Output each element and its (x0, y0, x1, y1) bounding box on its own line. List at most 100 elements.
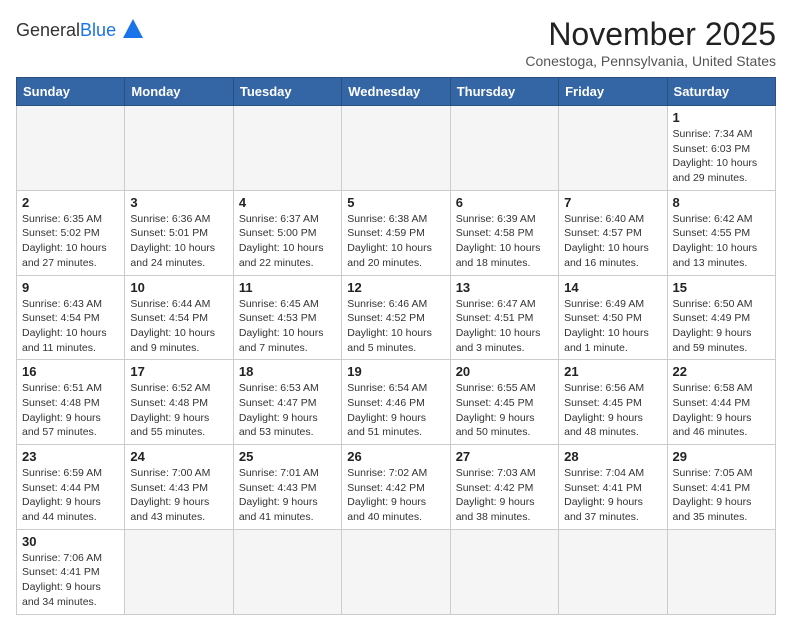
day-cell-9: 9 Sunrise: 6:43 AM Sunset: 4:54 PM Daylig… (17, 275, 125, 360)
month-title: November 2025 (525, 16, 776, 53)
day-number: 10 (130, 280, 227, 295)
week-row-5: 30 Sunrise: 7:06 AM Sunset: 4:41 PM Dayli… (17, 529, 776, 614)
day-info: Sunrise: 6:51 AM Sunset: 4:48 PM Dayligh… (22, 381, 119, 440)
day-number: 20 (456, 364, 553, 379)
day-info: Sunrise: 6:40 AM Sunset: 4:57 PM Dayligh… (564, 212, 661, 271)
day-info: Sunrise: 6:46 AM Sunset: 4:52 PM Dayligh… (347, 297, 444, 356)
empty-cell (450, 106, 558, 191)
day-number: 13 (456, 280, 553, 295)
day-number: 4 (239, 195, 336, 210)
calendar-table: SundayMondayTuesdayWednesdayThursdayFrid… (16, 77, 776, 615)
empty-cell (559, 106, 667, 191)
day-info: Sunrise: 7:05 AM Sunset: 4:41 PM Dayligh… (673, 466, 770, 525)
day-number: 28 (564, 449, 661, 464)
day-cell-22: 22Sunrise: 6:58 AM Sunset: 4:44 PM Dayli… (667, 360, 775, 445)
day-cell-3: 3 Sunrise: 6:36 AM Sunset: 5:01 PM Daylig… (125, 190, 233, 275)
day-number: 9 (22, 280, 119, 295)
day-cell-11: 11 Sunrise: 6:45 AM Sunset: 4:53 PM Dayli… (233, 275, 341, 360)
logo-icon (122, 18, 144, 40)
day-cell-7: 7 Sunrise: 6:40 AM Sunset: 4:57 PM Daylig… (559, 190, 667, 275)
empty-cell (17, 106, 125, 191)
day-number: 15 (673, 280, 770, 295)
day-cell-16: 16 Sunrise: 6:51 AM Sunset: 4:48 PM Dayli… (17, 360, 125, 445)
day-number: 19 (347, 364, 444, 379)
day-cell-29: 29 Sunrise: 7:05 AM Sunset: 4:41 PM Dayli… (667, 445, 775, 530)
day-cell-27: 27Sunrise: 7:03 AM Sunset: 4:42 PM Dayli… (450, 445, 558, 530)
empty-cell (233, 106, 341, 191)
empty-cell (342, 106, 450, 191)
day-info: Sunrise: 7:04 AM Sunset: 4:41 PM Dayligh… (564, 466, 661, 525)
day-number: 12 (347, 280, 444, 295)
weekday-header-thursday: Thursday (450, 78, 558, 106)
day-number: 16 (22, 364, 119, 379)
day-cell-1: 1Sunrise: 7:34 AM Sunset: 6:03 PM Daylig… (667, 106, 775, 191)
day-info: Sunrise: 6:44 AM Sunset: 4:54 PM Dayligh… (130, 297, 227, 356)
day-info: Sunrise: 7:01 AM Sunset: 4:43 PM Dayligh… (239, 466, 336, 525)
weekday-header-wednesday: Wednesday (342, 78, 450, 106)
week-row-2: 9 Sunrise: 6:43 AM Sunset: 4:54 PM Daylig… (17, 275, 776, 360)
day-info: Sunrise: 6:50 AM Sunset: 4:49 PM Dayligh… (673, 297, 770, 356)
day-info: Sunrise: 6:56 AM Sunset: 4:45 PM Dayligh… (564, 381, 661, 440)
day-cell-28: 28 Sunrise: 7:04 AM Sunset: 4:41 PM Dayli… (559, 445, 667, 530)
empty-cell (233, 529, 341, 614)
day-number: 30 (22, 534, 119, 549)
day-info: Sunrise: 7:34 AM Sunset: 6:03 PM Dayligh… (673, 127, 770, 186)
day-number: 25 (239, 449, 336, 464)
day-info: Sunrise: 6:42 AM Sunset: 4:55 PM Dayligh… (673, 212, 770, 271)
day-number: 8 (673, 195, 770, 210)
day-info: Sunrise: 6:49 AM Sunset: 4:50 PM Dayligh… (564, 297, 661, 356)
day-info: Sunrise: 6:54 AM Sunset: 4:46 PM Dayligh… (347, 381, 444, 440)
location-title: Conestoga, Pennsylvania, United States (525, 53, 776, 69)
day-number: 18 (239, 364, 336, 379)
day-cell-4: 4Sunrise: 6:37 AM Sunset: 5:00 PM Daylig… (233, 190, 341, 275)
day-number: 27 (456, 449, 553, 464)
day-cell-26: 26Sunrise: 7:02 AM Sunset: 4:42 PM Dayli… (342, 445, 450, 530)
day-number: 11 (239, 280, 336, 295)
logo-general: General (16, 20, 80, 40)
week-row-0: 1Sunrise: 7:34 AM Sunset: 6:03 PM Daylig… (17, 106, 776, 191)
day-cell-5: 5 Sunrise: 6:38 AM Sunset: 4:59 PM Daylig… (342, 190, 450, 275)
empty-cell (559, 529, 667, 614)
week-row-1: 2Sunrise: 6:35 AM Sunset: 5:02 PM Daylig… (17, 190, 776, 275)
day-cell-8: 8 Sunrise: 6:42 AM Sunset: 4:55 PM Daylig… (667, 190, 775, 275)
day-number: 6 (456, 195, 553, 210)
weekday-header-tuesday: Tuesday (233, 78, 341, 106)
weekday-header-saturday: Saturday (667, 78, 775, 106)
empty-cell (342, 529, 450, 614)
day-number: 7 (564, 195, 661, 210)
day-cell-18: 18Sunrise: 6:53 AM Sunset: 4:47 PM Dayli… (233, 360, 341, 445)
day-info: Sunrise: 6:58 AM Sunset: 4:44 PM Dayligh… (673, 381, 770, 440)
day-cell-2: 2Sunrise: 6:35 AM Sunset: 5:02 PM Daylig… (17, 190, 125, 275)
day-cell-25: 25 Sunrise: 7:01 AM Sunset: 4:43 PM Dayli… (233, 445, 341, 530)
day-number: 29 (673, 449, 770, 464)
day-cell-24: 24 Sunrise: 7:00 AM Sunset: 4:43 PM Dayli… (125, 445, 233, 530)
logo-blue-text: Blue (80, 20, 116, 40)
day-cell-19: 19 Sunrise: 6:54 AM Sunset: 4:46 PM Dayli… (342, 360, 450, 445)
logo: GeneralBlue (16, 16, 144, 45)
day-cell-21: 21 Sunrise: 6:56 AM Sunset: 4:45 PM Dayli… (559, 360, 667, 445)
weekday-header-friday: Friday (559, 78, 667, 106)
day-info: Sunrise: 6:45 AM Sunset: 4:53 PM Dayligh… (239, 297, 336, 356)
day-info: Sunrise: 6:43 AM Sunset: 4:54 PM Dayligh… (22, 297, 119, 356)
day-info: Sunrise: 7:06 AM Sunset: 4:41 PM Dayligh… (22, 551, 119, 610)
day-cell-13: 13 Sunrise: 6:47 AM Sunset: 4:51 PM Dayli… (450, 275, 558, 360)
day-number: 24 (130, 449, 227, 464)
day-cell-12: 12 Sunrise: 6:46 AM Sunset: 4:52 PM Dayli… (342, 275, 450, 360)
page-header: GeneralBlue November 2025 Conestoga, Pen… (16, 16, 776, 69)
day-cell-6: 6Sunrise: 6:39 AM Sunset: 4:58 PM Daylig… (450, 190, 558, 275)
day-number: 5 (347, 195, 444, 210)
day-info: Sunrise: 6:47 AM Sunset: 4:51 PM Dayligh… (456, 297, 553, 356)
day-cell-17: 17Sunrise: 6:52 AM Sunset: 4:48 PM Dayli… (125, 360, 233, 445)
title-area: November 2025 Conestoga, Pennsylvania, U… (525, 16, 776, 69)
weekday-header-monday: Monday (125, 78, 233, 106)
day-info: Sunrise: 6:36 AM Sunset: 5:01 PM Dayligh… (130, 212, 227, 271)
day-info: Sunrise: 6:52 AM Sunset: 4:48 PM Dayligh… (130, 381, 227, 440)
day-number: 3 (130, 195, 227, 210)
day-cell-20: 20Sunrise: 6:55 AM Sunset: 4:45 PM Dayli… (450, 360, 558, 445)
day-info: Sunrise: 7:00 AM Sunset: 4:43 PM Dayligh… (130, 466, 227, 525)
day-number: 21 (564, 364, 661, 379)
week-row-4: 23Sunrise: 6:59 AM Sunset: 4:44 PM Dayli… (17, 445, 776, 530)
day-info: Sunrise: 6:38 AM Sunset: 4:59 PM Dayligh… (347, 212, 444, 271)
weekday-header-sunday: Sunday (17, 78, 125, 106)
day-number: 23 (22, 449, 119, 464)
